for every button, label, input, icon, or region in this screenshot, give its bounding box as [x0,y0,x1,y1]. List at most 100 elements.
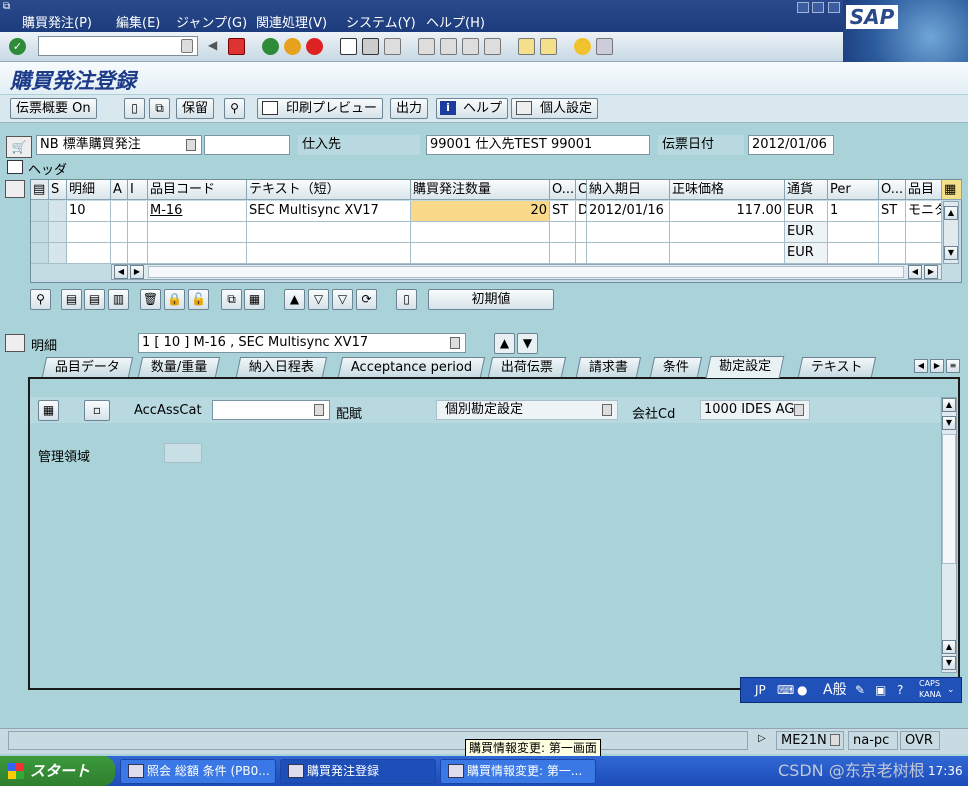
cell[interactable] [576,243,587,264]
details-icon[interactable]: ⚲ [30,289,51,310]
insert-mode[interactable]: OVR [900,731,940,750]
cell[interactable]: 10 [67,201,111,222]
scroll-up-icon[interactable]: ▲ [944,206,958,220]
cell[interactable] [49,201,67,222]
last-page-icon[interactable] [484,38,501,55]
tab-material-data[interactable]: 品目データ [41,357,134,377]
panel-vertical-scrollbar[interactable]: ▲ ▼ ▲ ▼ [941,397,957,673]
column-header[interactable]: A [111,180,128,200]
scroll-thumb[interactable] [942,434,956,564]
row-selector[interactable] [31,222,49,243]
cell[interactable]: EUR [785,243,828,264]
minimize-icon[interactable] [797,2,809,13]
column-header[interactable]: S [49,180,67,200]
dropdown-icon[interactable] [830,734,840,746]
keyboard-icon[interactable]: ⌨ [777,678,794,702]
dropdown-icon[interactable] [314,404,324,416]
exit-icon[interactable] [284,38,301,55]
cell[interactable] [247,222,411,243]
default-values-button[interactable]: 初期値 [428,289,554,310]
cell[interactable] [67,243,111,264]
cell[interactable]: 117.00 [670,201,785,222]
layout-menu-icon[interactable] [596,38,613,55]
scroll-right-icon[interactable]: ▶ [924,265,938,279]
scroll-down-icon[interactable]: ▼ [942,656,956,670]
business-area-field[interactable] [164,443,202,463]
tab-invoice[interactable]: 請求書 [575,357,642,377]
cell[interactable]: 2012/01/16 [587,201,670,222]
collapse-detail-icon[interactable] [5,334,25,352]
column-header[interactable]: Per [828,180,879,200]
cell[interactable] [550,222,576,243]
scroll-up-icon[interactable]: ▲ [942,640,956,654]
ime-pad-icon[interactable]: ▣ [875,678,886,702]
column-header[interactable]: 通貨 [785,180,828,200]
dropdown-icon[interactable] [602,404,612,416]
scroll-down-icon[interactable]: ▼ [942,416,956,430]
hold-button[interactable]: 保留 [176,98,215,119]
previous-item-icon[interactable]: ▲ [494,333,515,354]
cell[interactable] [906,243,942,264]
previous-page-icon[interactable] [440,38,457,55]
column-header[interactable]: 明細 [67,180,111,200]
cell[interactable] [828,222,879,243]
tab-delivery-schedule[interactable]: 納入日程表 [235,357,328,377]
create-session-icon[interactable] [518,38,535,55]
scroll-up-icon[interactable]: ▲ [942,398,956,412]
ime-help-icon[interactable]: ? [897,678,903,702]
cell[interactable]: M-16 [148,201,247,222]
acc-ass-cat-select[interactable] [212,400,330,420]
tab-scroll-left-icon[interactable]: ◀ [914,359,928,373]
cell[interactable] [879,243,906,264]
single-multiple-icon[interactable]: ▦ [38,400,59,421]
po-number-field[interactable] [204,135,290,155]
filter-settings-icon[interactable]: ▽ [332,289,353,310]
column-header[interactable]: テキスト（短） [247,180,411,200]
column-header[interactable]: 購買発注数量 [411,180,550,200]
row-selector[interactable] [31,243,49,264]
delete-icon[interactable]: 🗑 [140,289,161,310]
distribution-select[interactable]: 個別勘定設定 [436,400,618,420]
cell[interactable] [128,222,148,243]
cell[interactable] [111,222,128,243]
cell[interactable] [587,243,670,264]
cell[interactable] [247,243,411,264]
cell[interactable]: EUR [785,201,828,222]
cell[interactable] [550,243,576,264]
find-icon[interactable] [362,38,379,55]
acc-ass-options-icon[interactable]: ▫ [84,400,110,421]
cell[interactable] [670,243,785,264]
lock-icon[interactable]: 🔒 [164,289,185,310]
command-field[interactable] [38,36,198,56]
tab-delivery-docs[interactable]: 出荷伝票 [487,357,567,377]
sort-icon[interactable]: ▲ [284,289,305,310]
doc-date-field[interactable]: 2012/01/06 [748,135,834,155]
cell[interactable] [148,222,247,243]
column-header[interactable]: O... [550,180,576,200]
check-icon[interactable]: ⚲ [224,98,245,119]
enter-icon[interactable]: ✓ [9,38,26,55]
scroll-down-icon[interactable]: ▼ [944,246,958,260]
column-header[interactable]: 品目コード [148,180,247,200]
item-select[interactable]: 1 [ 10 ] M-16 , SEC Multisync XV17 [138,333,466,353]
scroll-right-icon[interactable]: ▶ [130,265,144,279]
print-icon[interactable] [340,38,357,55]
output-button[interactable]: 出力 [390,98,429,119]
tab-quantity-weight[interactable]: 数量/重量 [137,357,221,377]
cell[interactable]: モニタ [906,201,942,222]
grid-horizontal-scrollbar[interactable]: ◀ ▶ ◀ ▶ [111,264,942,280]
column-header[interactable]: 品目 [906,180,942,200]
column-header[interactable]: 納入期日 [587,180,670,200]
cell[interactable] [670,222,785,243]
menu-po[interactable]: 購買発注(P) [22,12,92,31]
scroll-left-icon[interactable]: ◀ [114,265,128,279]
column-header[interactable]: 正味価格 [670,180,785,200]
doc-overview-button[interactable]: 伝票概要 On [10,98,97,119]
tab-texts[interactable]: テキスト [797,357,876,377]
cell[interactable] [128,201,148,222]
shortcut-icon[interactable] [540,38,557,55]
cell[interactable]: 20 [411,201,550,222]
ime-lang[interactable]: JP [755,678,766,702]
menu-environment[interactable]: 関連処理(V) [256,12,327,31]
cell[interactable] [49,222,67,243]
